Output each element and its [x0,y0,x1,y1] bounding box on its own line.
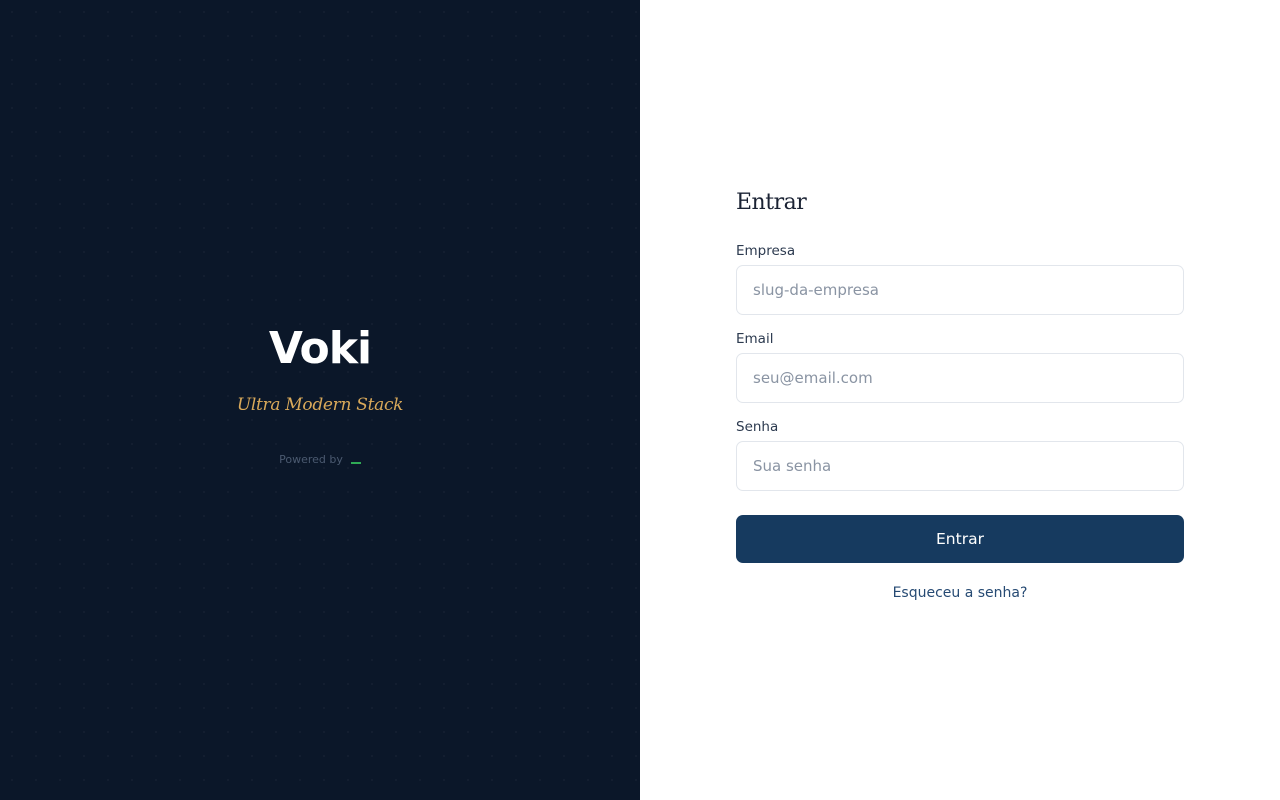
form-panel: Entrar Empresa Email Senha Entrar Esquec… [640,0,1280,800]
login-form: Entrar Empresa Email Senha Entrar Esquec… [736,190,1184,601]
company-label: Empresa [736,243,796,259]
password-input[interactable] [736,441,1184,491]
password-label: Senha [736,419,779,435]
brand-panel: Voki Ultra Modern Stack Powered by [0,0,640,800]
email-label: Email [736,331,774,347]
powered-by-label: Powered by [279,452,343,466]
company-field-group: Empresa [736,243,1184,315]
password-field-group: Senha [736,419,1184,491]
email-field-group: Email [736,331,1184,403]
powered-by: Powered by [279,453,361,466]
brand-tagline: Ultra Modern Stack [236,394,404,415]
form-title: Entrar [736,190,807,215]
powered-by-logo-icon [350,462,361,464]
brand-logo-text: Voki [268,322,372,374]
email-input[interactable] [736,353,1184,403]
submit-button[interactable]: Entrar [736,515,1184,563]
company-input[interactable] [736,265,1184,315]
forgot-password-link[interactable]: Esqueceu a senha? [736,585,1184,601]
login-page: Voki Ultra Modern Stack Powered by Entra… [0,0,1280,800]
